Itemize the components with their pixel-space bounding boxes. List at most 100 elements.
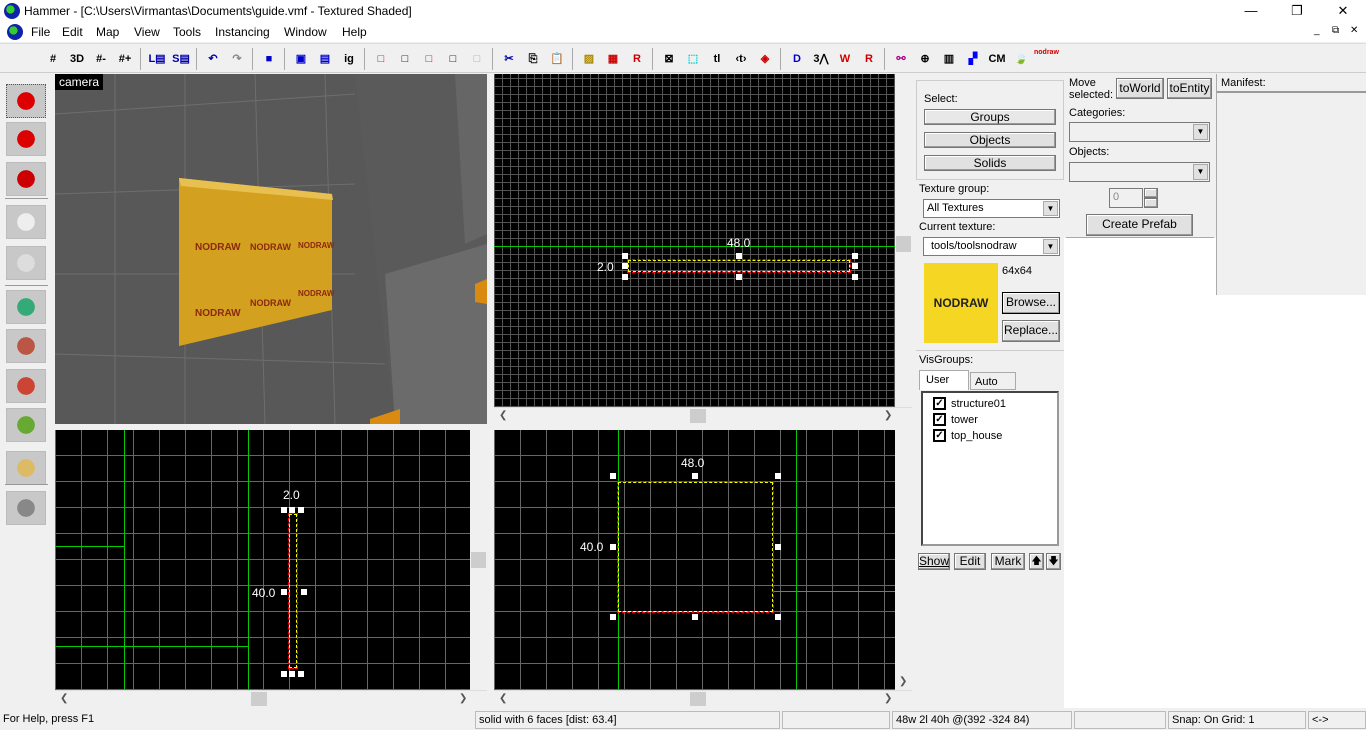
lightmap-icon[interactable]: ▥ — [938, 48, 960, 70]
magnify-tool-icon[interactable] — [6, 122, 46, 156]
edit-button[interactable]: Edit — [954, 553, 986, 570]
hide-selected-icon[interactable]: □ — [370, 48, 392, 70]
edit-cordon-icon[interactable]: ▦ — [602, 48, 624, 70]
visgroup-checkbox[interactable]: ✓ — [933, 413, 946, 426]
text-lock-icon[interactable]: tl — [706, 48, 728, 70]
ignore-grouping-icon[interactable]: ig — [338, 48, 360, 70]
side-view-hscroll[interactable]: ❮ ❯ — [55, 690, 487, 707]
objects-button[interactable]: Objects — [924, 132, 1056, 148]
redo-icon[interactable]: ↷ — [226, 48, 248, 70]
menu-help[interactable]: Help — [342, 25, 367, 39]
move-up-button[interactable]: 🡅 — [1029, 553, 1044, 570]
show-button[interactable]: Show — [918, 553, 950, 570]
menu-file[interactable]: File — [31, 25, 50, 39]
mark-button[interactable]: Mark — [991, 553, 1025, 570]
tab-user[interactable]: User — [919, 370, 969, 390]
ungroup-icon[interactable]: ▤ — [314, 48, 336, 70]
visgroup-item[interactable]: ✓ top_house — [933, 428, 1002, 443]
undo-icon[interactable]: ↶ — [202, 48, 224, 70]
clipping-tool-icon[interactable] — [6, 451, 46, 485]
solids-button[interactable]: Solids — [924, 155, 1056, 171]
menu-tools[interactable]: Tools — [173, 25, 201, 39]
current-texture-dropdown[interactable]: tools/toolsnodraw ▼ — [923, 237, 1060, 256]
to-world-button[interactable]: toWorld — [1116, 78, 1164, 99]
replace-button[interactable]: Replace... — [1002, 320, 1060, 342]
wireframe-icon[interactable]: W — [834, 48, 856, 70]
select-box-icon[interactable]: ⊠ — [658, 48, 680, 70]
texture-preview[interactable]: NODRAW — [924, 263, 998, 343]
texture-alignment-icon[interactable]: ‹t› — [730, 48, 752, 70]
models-icon[interactable]: ⚯ — [890, 48, 912, 70]
side-2d-viewport[interactable]: 2.0 40.0 — [55, 430, 470, 690]
count-input[interactable]: 0 — [1109, 188, 1143, 208]
mdi-restore-button[interactable]: ⧉ — [1332, 25, 1339, 36]
texture-scale-lock-icon[interactable]: □ — [466, 48, 488, 70]
selected-brush[interactable] — [627, 259, 851, 273]
texture-group-dropdown[interactable]: All Textures ▼ — [923, 199, 1060, 218]
selection-tool-icon[interactable] — [6, 84, 46, 118]
grid-toggle-icon[interactable]: # — [42, 48, 64, 70]
close-button[interactable]: ✕ — [1320, 0, 1366, 22]
minimize-button[interactable]: — — [1228, 0, 1274, 22]
spin-up-button[interactable] — [1144, 188, 1158, 198]
radius-culling-icon[interactable]: R — [626, 48, 648, 70]
carve-icon[interactable]: ■ — [258, 48, 280, 70]
sphere-icon[interactable]: ⊕ — [914, 48, 936, 70]
visgroup-checkbox[interactable]: ✓ — [933, 397, 946, 410]
texture-application-icon[interactable] — [6, 290, 46, 324]
2d-3d-wireframe-icon[interactable]: D — [786, 48, 808, 70]
toggle-cordon-icon[interactable]: ▨ — [578, 48, 600, 70]
apply-texture-icon[interactable] — [6, 329, 46, 363]
browse-button[interactable]: Browse... — [1002, 292, 1060, 314]
3d-grid-icon[interactable]: 3D — [66, 48, 88, 70]
camera-viewport[interactable]: NODRAW NODRAW NODRAW NODRAW NODRAW NODRA… — [55, 74, 487, 424]
nodraw-icon[interactable]: nodraw — [1034, 48, 1059, 70]
top-view-vscroll[interactable] — [895, 74, 912, 407]
visgroup-item[interactable]: ✓ tower — [933, 412, 978, 427]
create-prefab-button[interactable]: Create Prefab — [1086, 214, 1193, 236]
groups-button[interactable]: Groups — [924, 109, 1056, 125]
menu-edit[interactable]: Edit — [62, 25, 83, 39]
grid-larger-icon[interactable]: #+ — [114, 48, 136, 70]
cubemap-icon[interactable]: CM — [986, 48, 1008, 70]
manifest-list[interactable] — [1217, 91, 1366, 295]
hide-unselected-icon[interactable]: □ — [394, 48, 416, 70]
group-icon[interactable]: ▣ — [290, 48, 312, 70]
document-icon[interactable] — [7, 24, 23, 40]
menu-view[interactable]: View — [134, 25, 160, 39]
maximize-button[interactable]: ❐ — [1274, 0, 1320, 22]
front-2d-viewport[interactable]: 48.0 40.0 — [494, 430, 895, 690]
save-window-state-icon[interactable]: S▤ — [170, 48, 192, 70]
top-2d-viewport[interactable]: 48.0 2.0 — [494, 74, 895, 407]
categories-dropdown[interactable]: ▼ — [1069, 122, 1210, 142]
objects-dropdown[interactable]: ▼ — [1069, 162, 1210, 182]
select-by-handles-icon[interactable]: ⬚ — [682, 48, 704, 70]
mdi-minimize-button[interactable]: _ — [1314, 25, 1320, 36]
move-down-button[interactable]: 🡇 — [1046, 553, 1061, 570]
top-view-hscroll[interactable]: ❮ ❯ — [494, 407, 912, 424]
entity-tool-icon[interactable] — [6, 205, 46, 239]
mdi-close-button[interactable]: ✕ — [1350, 25, 1358, 36]
overlay-icon[interactable] — [6, 408, 46, 442]
dither-icon[interactable]: ▞ — [962, 48, 984, 70]
decal-icon[interactable] — [6, 369, 46, 403]
tab-auto[interactable]: Auto — [970, 372, 1016, 390]
front-view-vscroll[interactable]: ❯ — [895, 430, 912, 690]
leaf-icon[interactable]: 🍃 — [1010, 48, 1032, 70]
render-icon[interactable]: R — [858, 48, 880, 70]
copy-icon[interactable]: ⎘ — [522, 48, 544, 70]
selected-brush[interactable] — [288, 513, 298, 669]
camera-tool-icon[interactable] — [6, 162, 46, 196]
displacement-icon[interactable]: ◈ — [754, 48, 776, 70]
menu-instancing[interactable]: Instancing — [215, 25, 270, 39]
visgroup-item[interactable]: ✓ structure01 — [933, 396, 1006, 411]
texture-lock-icon[interactable]: □ — [442, 48, 464, 70]
to-entity-button[interactable]: toEntity — [1167, 78, 1212, 99]
vertex-tool-icon[interactable] — [6, 491, 46, 525]
menu-window[interactable]: Window — [284, 25, 327, 39]
selected-brush[interactable] — [617, 481, 774, 613]
paste-icon[interactable]: 📋 — [546, 48, 568, 70]
spin-down-button[interactable] — [1144, 198, 1158, 208]
visgroup-checkbox[interactable]: ✓ — [933, 429, 946, 442]
block-tool-icon[interactable] — [6, 246, 46, 280]
